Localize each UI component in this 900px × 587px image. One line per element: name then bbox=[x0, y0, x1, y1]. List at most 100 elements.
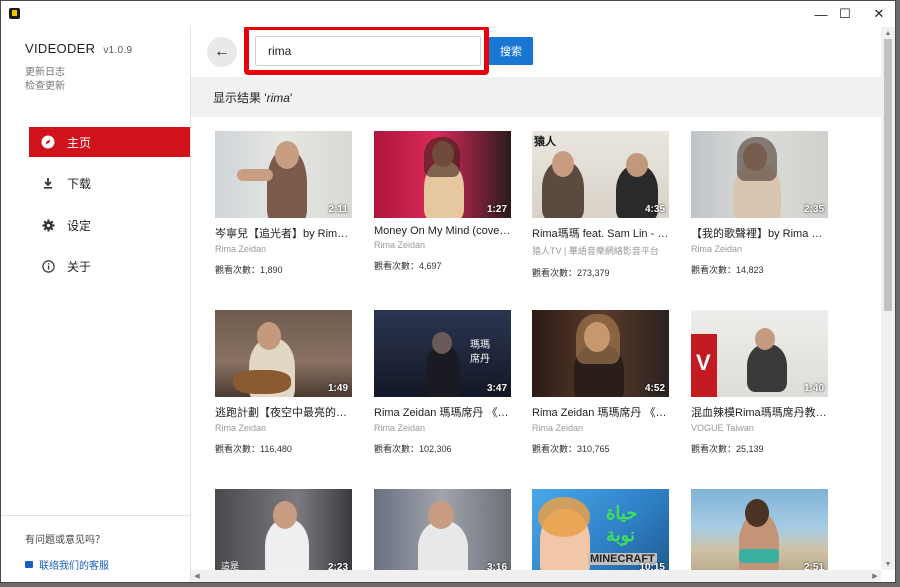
nav-label: 设定 bbox=[67, 218, 92, 233]
video-channel: Rima Zeidan bbox=[532, 423, 584, 433]
nav-item-download[interactable]: 下载 bbox=[29, 168, 190, 198]
video-card[interactable]: V 1:40 混血辣模Rima瑪瑪席丹教你健身 VOGUE Taiwan 觀看次… bbox=[691, 310, 828, 455]
video-duration: 3:47 bbox=[486, 383, 507, 394]
video-channel: Rima Zeidan bbox=[215, 423, 267, 433]
gear-icon bbox=[41, 218, 55, 232]
app-brand: VIDEODER v1.0.9 bbox=[25, 41, 132, 56]
app-version: v1.0.9 bbox=[103, 45, 133, 56]
video-channel: Rima Zeidan bbox=[215, 244, 267, 254]
scroll-up-icon[interactable]: ▲ bbox=[881, 27, 895, 39]
video-channel: Rima Zeidan bbox=[691, 244, 743, 254]
vogue-logo-icon: V bbox=[696, 350, 711, 375]
video-card[interactable]: 瑪瑪 席丹 3:47 Rima Zeidan 瑪瑪席丹 《Orbit》 Rima… bbox=[374, 310, 511, 455]
scroll-down-icon[interactable]: ▼ bbox=[881, 558, 895, 570]
video-views: 觀看次數：273,379 bbox=[532, 268, 610, 278]
nav-item-home[interactable]: 主页 bbox=[29, 127, 190, 157]
video-title[interactable]: 逃跑計劃【夜空中最亮的星】by Rima Zeidan bbox=[215, 404, 352, 420]
search-button[interactable]: 搜索 bbox=[489, 37, 533, 65]
video-title[interactable]: 【我的歌聲裡】by Rima Zeidan bbox=[691, 225, 828, 241]
video-thumbnail[interactable]: 1:27 bbox=[374, 131, 511, 218]
search-highlight-box bbox=[244, 27, 489, 75]
video-thumbnail[interactable]: 2:11 bbox=[215, 131, 352, 218]
app-name: VIDEODER bbox=[25, 41, 96, 56]
vertical-scrollbar[interactable]: ▲ ▼ bbox=[881, 27, 895, 570]
video-card[interactable]: حياة نوبة MINECRAFT 10:15 bbox=[532, 489, 669, 576]
video-views: 觀看次數：25,139 bbox=[691, 444, 764, 454]
changelog-link[interactable]: 更新日志 bbox=[25, 63, 65, 78]
scrollbar-thumb[interactable] bbox=[884, 39, 892, 311]
results-label: 显示结果 'rima' bbox=[213, 91, 293, 105]
video-title[interactable]: Money On My Mind (cover) - Rima Zeidan bbox=[374, 225, 511, 237]
feedback-text: 有问题或意见吗？ bbox=[25, 535, 105, 546]
scroll-left-icon[interactable]: ◀ bbox=[191, 570, 203, 582]
nav-label: 关于 bbox=[67, 259, 92, 274]
app-window: — ☐ ✕ VIDEODER v1.0.9 更新日志 检查更新 主页 下载 设定 bbox=[0, 0, 896, 583]
nav-label: 主页 bbox=[67, 135, 92, 150]
video-title[interactable]: Rima Zeidan 瑪瑪席丹 《Just Begun》 bbox=[532, 404, 669, 420]
sidebar-divider bbox=[1, 515, 190, 516]
video-channel: Rima Zeidan bbox=[374, 423, 426, 433]
video-duration: 1:49 bbox=[327, 383, 348, 394]
contact-support-link[interactable]: 联络我们的客服 bbox=[25, 557, 109, 572]
sidebar: VIDEODER v1.0.9 更新日志 检查更新 主页 下载 设定 关于 有问… bbox=[1, 27, 191, 582]
video-channel: 猿人TV | 華語音樂網絡影音平台 bbox=[532, 246, 659, 256]
video-title[interactable]: 岑寧兒【追光者】by Rima Zeidan bbox=[215, 225, 352, 241]
arrow-left-icon: ← bbox=[214, 43, 230, 60]
video-duration: 1:27 bbox=[486, 204, 507, 215]
nav-item-settings[interactable]: 设定 bbox=[29, 210, 190, 240]
search-bar: ← 搜索 bbox=[191, 27, 883, 77]
video-thumbnail[interactable]: 1:49 bbox=[215, 310, 352, 397]
video-duration: 2:35 bbox=[803, 204, 824, 215]
video-views: 觀看次數：102,306 bbox=[374, 444, 452, 454]
video-title[interactable]: Rima瑪瑪 feat. Sam Lin - 說好的幸福呢 bbox=[532, 225, 669, 241]
video-thumbnail[interactable]: 2:51 bbox=[691, 489, 828, 576]
video-views: 觀看次數：4,697 bbox=[374, 261, 442, 271]
video-duration: 4:52 bbox=[644, 383, 665, 394]
video-card[interactable]: 4:52 Rima Zeidan 瑪瑪席丹 《Just Begun》 Rima … bbox=[532, 310, 669, 455]
thumbnail-overlay-text: 席丹 bbox=[470, 354, 490, 365]
compass-icon bbox=[41, 135, 55, 149]
horizontal-scrollbar[interactable]: ◀ ▶ bbox=[191, 570, 881, 582]
video-card[interactable]: 這是 2:23 bbox=[215, 489, 352, 576]
video-thumbnail[interactable]: 2:35 bbox=[691, 131, 828, 218]
video-thumbnail[interactable]: V 1:40 bbox=[691, 310, 828, 397]
title-bar: — ☐ ✕ bbox=[1, 1, 895, 27]
video-channel: Rima Zeidan bbox=[374, 240, 426, 250]
thumbnail-logo-text: 猿人 bbox=[534, 136, 556, 148]
video-card[interactable]: 3:16 bbox=[374, 489, 511, 576]
video-thumbnail[interactable]: 這是 2:23 bbox=[215, 489, 352, 576]
video-views: 觀看次數：116,480 bbox=[215, 444, 292, 454]
results-header: 显示结果 'rima' bbox=[191, 77, 883, 117]
check-update-link[interactable]: 检查更新 bbox=[25, 77, 65, 92]
video-views: 觀看次數：310,765 bbox=[532, 444, 610, 454]
video-thumbnail[interactable]: 瑪瑪 席丹 3:47 bbox=[374, 310, 511, 397]
main-content: ← 搜索 显示结果 'rima' 2:11 岑寧兒【追光者】by Rima Ze… bbox=[191, 27, 883, 582]
chat-icon bbox=[25, 561, 33, 568]
video-channel: VOGUE Taiwan bbox=[691, 423, 754, 433]
close-icon[interactable]: ✕ bbox=[856, 1, 895, 27]
video-views: 觀看次數：1,890 bbox=[215, 265, 283, 275]
video-thumbnail[interactable]: 猿人 4:35 bbox=[532, 131, 669, 218]
thumbnail-overlay-text: حياة bbox=[606, 503, 638, 523]
thumbnail-overlay-text: نوبة bbox=[606, 525, 635, 545]
contact-support-label: 联络我们的客服 bbox=[39, 561, 109, 572]
video-card[interactable]: 2:35 【我的歌聲裡】by Rima Zeidan Rima Zeidan 觀… bbox=[691, 131, 828, 276]
video-thumbnail[interactable]: 4:52 bbox=[532, 310, 669, 397]
video-duration: 4:35 bbox=[644, 204, 665, 215]
app-logo-icon bbox=[9, 8, 20, 19]
video-thumbnail[interactable]: حياة نوبة MINECRAFT 10:15 bbox=[532, 489, 669, 576]
info-icon bbox=[41, 259, 55, 273]
video-card[interactable]: 猿人 4:35 Rima瑪瑪 feat. Sam Lin - 說好的幸福呢 猿人… bbox=[532, 131, 669, 279]
video-thumbnail[interactable]: 3:16 bbox=[374, 489, 511, 576]
video-title[interactable]: 混血辣模Rima瑪瑪席丹教你健身 bbox=[691, 404, 828, 420]
video-title[interactable]: Rima Zeidan 瑪瑪席丹 《Orbit》 bbox=[374, 404, 511, 420]
video-card[interactable]: 2:11 岑寧兒【追光者】by Rima Zeidan Rima Zeidan … bbox=[215, 131, 352, 276]
video-duration: 1:40 bbox=[803, 383, 824, 394]
video-card[interactable]: 1:27 Money On My Mind (cover) - Rima Zei… bbox=[374, 131, 511, 272]
video-card[interactable]: 2:51 bbox=[691, 489, 828, 576]
scroll-right-icon[interactable]: ▶ bbox=[869, 570, 881, 582]
nav-item-about[interactable]: 关于 bbox=[29, 251, 190, 281]
thumbnail-overlay-text: 瑪瑪 bbox=[470, 340, 490, 351]
video-card[interactable]: 1:49 逃跑計劃【夜空中最亮的星】by Rima Zeidan Rima Ze… bbox=[215, 310, 352, 455]
back-button[interactable]: ← bbox=[207, 37, 237, 67]
